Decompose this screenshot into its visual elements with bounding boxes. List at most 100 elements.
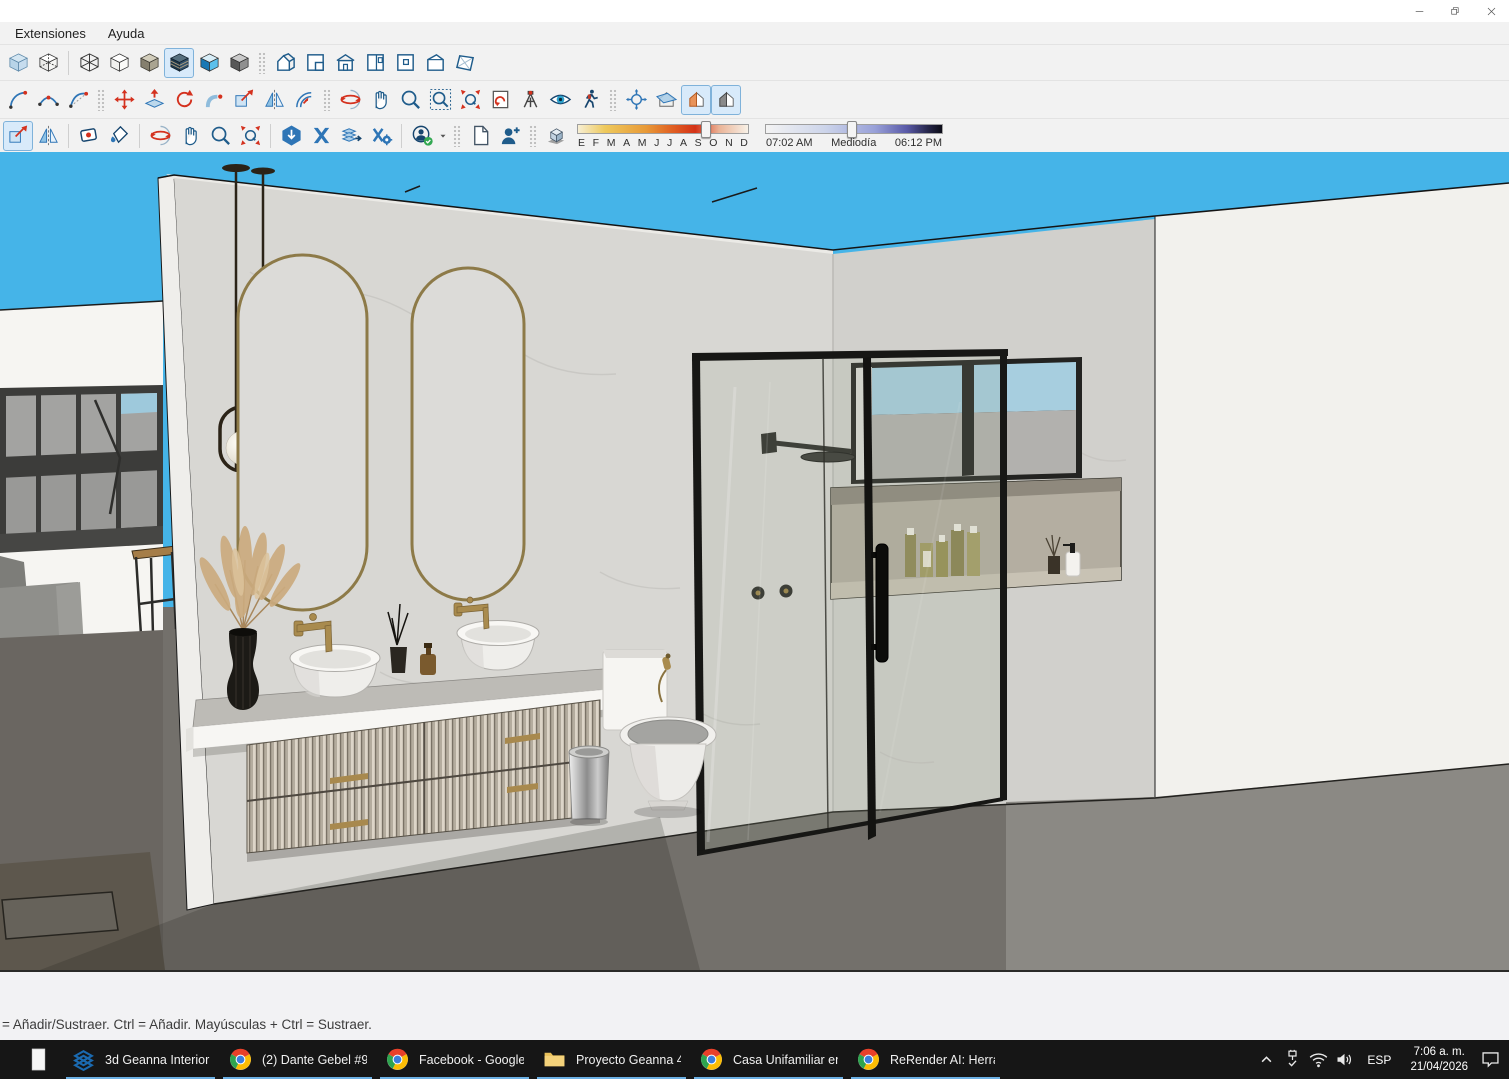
arc-2pt-icon[interactable] bbox=[33, 85, 63, 115]
wifi-icon[interactable] bbox=[1308, 1049, 1329, 1070]
restore-button[interactable] bbox=[1437, 1, 1473, 22]
look-around-icon[interactable] bbox=[545, 85, 575, 115]
app-chrome-icon bbox=[699, 1047, 724, 1072]
rotate-tool-icon[interactable] bbox=[169, 85, 199, 115]
account-dropdown-caret[interactable] bbox=[437, 121, 449, 151]
taskbar-item-label: 3d Geanna Interior ... bbox=[105, 1053, 210, 1067]
extension-warehouse-icon[interactable] bbox=[306, 121, 336, 151]
placemark-icon[interactable] bbox=[74, 121, 104, 151]
app-chrome-icon bbox=[856, 1047, 881, 1072]
style-back-edges-icon[interactable] bbox=[33, 48, 63, 78]
style-wireframe-icon[interactable] bbox=[74, 48, 104, 78]
style-hidden-line-icon[interactable] bbox=[104, 48, 134, 78]
taskbar: 3d Geanna Interior ... (2) Dante Gebel #9… bbox=[0, 1040, 1509, 1079]
orbit-tool-icon[interactable] bbox=[335, 85, 365, 115]
close-button[interactable] bbox=[1473, 1, 1509, 22]
toolbar-styles-views bbox=[0, 44, 1509, 80]
time-slider-handle[interactable] bbox=[847, 121, 857, 138]
shadow-time-slider[interactable]: 07:02 AMMediodía06:12 PM bbox=[765, 121, 943, 153]
status-message: = Añadir/Sustraer. Ctrl = Añadir. Mayúsc… bbox=[2, 1017, 372, 1032]
section-plane-icon[interactable] bbox=[621, 85, 651, 115]
add-person-icon[interactable] bbox=[495, 121, 525, 151]
date-slider-track[interactable] bbox=[577, 124, 749, 134]
taskbar-item-label: (2) Dante Gebel #94... bbox=[262, 1053, 367, 1067]
minimize-button[interactable] bbox=[1401, 1, 1437, 22]
push-pull-icon[interactable] bbox=[139, 85, 169, 115]
language-indicator[interactable]: ESP bbox=[1360, 1053, 1398, 1067]
month-tick: A bbox=[680, 137, 687, 149]
move-tool-icon[interactable] bbox=[109, 85, 139, 115]
zoom-window-icon[interactable] bbox=[425, 85, 455, 115]
taskbar-item-app-notepad[interactable] bbox=[16, 1040, 60, 1079]
toolbar-grip[interactable] bbox=[323, 89, 331, 111]
flip-tool-icon[interactable] bbox=[33, 121, 63, 151]
view-left-icon[interactable] bbox=[420, 48, 450, 78]
taskbar-clock[interactable]: 7:06 a. m.21/04/2026 bbox=[1403, 1045, 1475, 1075]
section-display-planes-icon[interactable] bbox=[651, 85, 681, 115]
shadows-toggle-icon[interactable] bbox=[541, 121, 571, 151]
usb-icon[interactable] bbox=[1282, 1049, 1303, 1070]
chevron-up-icon[interactable] bbox=[1256, 1049, 1277, 1070]
notification-icon[interactable] bbox=[1480, 1049, 1501, 1070]
taskbar-item-3d-geanna-interior[interactable]: 3d Geanna Interior ... bbox=[64, 1040, 217, 1079]
toolbar-grip[interactable] bbox=[529, 125, 537, 147]
flip-tool-icon[interactable] bbox=[259, 85, 289, 115]
taskbar-item-2-dante-gebel-94[interactable]: (2) Dante Gebel #94... bbox=[221, 1040, 374, 1079]
section-display-cuts-icon[interactable] bbox=[681, 85, 711, 115]
offset-tool-icon[interactable] bbox=[289, 85, 319, 115]
style-monochrome-icon[interactable] bbox=[224, 48, 254, 78]
taskbar-item-facebook-google[interactable]: Facebook - Google ... bbox=[378, 1040, 531, 1079]
time-labels: 07:02 AMMediodía06:12 PM bbox=[766, 137, 942, 149]
new-file-icon[interactable] bbox=[465, 121, 495, 151]
style-shaded-icon[interactable] bbox=[134, 48, 164, 78]
follow-me-icon[interactable] bbox=[199, 85, 229, 115]
style-textured-icon[interactable] bbox=[164, 48, 194, 78]
zoom-tool-icon[interactable] bbox=[205, 121, 235, 151]
taskbar-item-proyecto-geanna-4[interactable]: Proyecto Geanna 4 bbox=[535, 1040, 688, 1079]
scale-tool-icon[interactable] bbox=[229, 85, 259, 115]
taskbar-item-rerender-ai-herra[interactable]: ReRender AI: Herra... bbox=[849, 1040, 1002, 1079]
view-persp-icon[interactable] bbox=[450, 48, 480, 78]
toolbar-grip[interactable] bbox=[97, 89, 105, 111]
style-xray-icon[interactable] bbox=[3, 48, 33, 78]
zoom-tool-icon[interactable] bbox=[395, 85, 425, 115]
extension-manager-icon[interactable] bbox=[366, 121, 396, 151]
view-top-icon[interactable] bbox=[300, 48, 330, 78]
section-display-fill-icon[interactable] bbox=[711, 85, 741, 115]
status-bar: = Añadir/Sustraer. Ctrl = Añadir. Mayúsc… bbox=[0, 970, 1509, 1040]
arc-3pt-icon[interactable] bbox=[63, 85, 93, 115]
zoom-extents-icon[interactable] bbox=[235, 121, 265, 151]
toolbar-grip[interactable] bbox=[258, 52, 266, 74]
month-tick: A bbox=[623, 137, 630, 149]
arc-tool-icon[interactable] bbox=[3, 85, 33, 115]
paint-bucket-icon[interactable] bbox=[104, 121, 134, 151]
shadow-date-slider[interactable]: EFMAMJJASOND bbox=[577, 121, 749, 153]
date-slider-handle[interactable] bbox=[701, 121, 711, 138]
app-chrome-icon bbox=[385, 1047, 410, 1072]
viewport-3d[interactable] bbox=[0, 152, 1509, 970]
get-models-icon[interactable] bbox=[276, 121, 306, 151]
view-front-icon[interactable] bbox=[330, 48, 360, 78]
orbit-tool-icon[interactable] bbox=[145, 121, 175, 151]
position-camera-icon[interactable] bbox=[515, 85, 545, 115]
share-model-icon[interactable] bbox=[336, 121, 366, 151]
speaker-icon[interactable] bbox=[1334, 1049, 1355, 1070]
toolbar-grip[interactable] bbox=[609, 89, 617, 111]
style-color-icon[interactable] bbox=[194, 48, 224, 78]
account-icon[interactable] bbox=[407, 121, 437, 151]
scale-tool-icon[interactable] bbox=[3, 121, 33, 151]
pan-tool-icon[interactable] bbox=[365, 85, 395, 115]
pan-tool-icon[interactable] bbox=[175, 121, 205, 151]
menu-ayuda[interactable]: Ayuda bbox=[97, 24, 156, 43]
time-label: 07:02 AM bbox=[766, 137, 812, 149]
system-tray: ESP 7:06 a. m.21/04/2026 bbox=[1256, 1040, 1509, 1079]
view-right-icon[interactable] bbox=[360, 48, 390, 78]
previous-view-icon[interactable] bbox=[485, 85, 515, 115]
taskbar-item-casa-unifamiliar-en[interactable]: Casa Unifamiliar en... bbox=[692, 1040, 845, 1079]
view-iso-icon[interactable] bbox=[270, 48, 300, 78]
walk-tool-icon[interactable] bbox=[575, 85, 605, 115]
menu-extensiones[interactable]: Extensiones bbox=[4, 24, 97, 43]
zoom-extents-icon[interactable] bbox=[455, 85, 485, 115]
view-back-icon[interactable] bbox=[390, 48, 420, 78]
toolbar-grip[interactable] bbox=[453, 125, 461, 147]
